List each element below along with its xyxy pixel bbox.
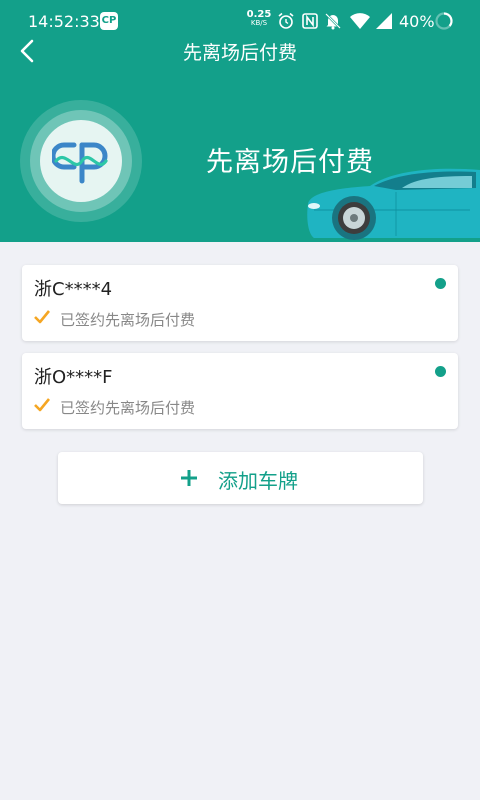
wifi-icon bbox=[350, 13, 370, 29]
logo-ring bbox=[30, 110, 132, 212]
network-speed-unit: KB/S bbox=[250, 19, 268, 27]
check-icon bbox=[34, 310, 50, 324]
cellular-signal-icon bbox=[376, 13, 392, 29]
cp-logo-icon bbox=[52, 142, 108, 184]
header-banner: 14:52:33 CP 0.25 KB/S 40% 先离场后付费 先离场后付费 bbox=[0, 0, 480, 242]
page-title: 先离场后付费 bbox=[182, 42, 297, 64]
bell-muted-icon bbox=[325, 13, 341, 30]
nav-bar: 先离场后付费 bbox=[0, 30, 480, 72]
status-dot bbox=[435, 366, 446, 377]
add-plate-button[interactable]: 添加车牌 bbox=[58, 452, 423, 504]
car-illustration bbox=[307, 168, 480, 240]
status-dot bbox=[435, 278, 446, 289]
network-speed: 0.25 KB/S bbox=[246, 10, 272, 28]
plate-card[interactable]: 浙O****F 已签约先离场后付费 bbox=[22, 353, 458, 429]
battery-ring-icon bbox=[435, 12, 453, 30]
logo-badge bbox=[20, 100, 142, 222]
check-icon bbox=[34, 398, 50, 412]
plate-card[interactable]: 浙C****4 已签约先离场后付费 bbox=[22, 265, 458, 341]
add-plate-label: 添加车牌 bbox=[218, 469, 298, 493]
alarm-icon bbox=[278, 12, 294, 29]
plate-status: 已签约先离场后付费 bbox=[60, 399, 196, 417]
battery-level: 40% bbox=[399, 12, 435, 31]
plate-status: 已签约先离场后付费 bbox=[60, 311, 196, 329]
network-speed-value: 0.25 bbox=[246, 9, 272, 20]
status-time: 14:52:33 bbox=[28, 12, 100, 31]
plate-number: 浙C****4 bbox=[34, 279, 113, 300]
logo-circle bbox=[40, 120, 122, 202]
nfc-icon bbox=[302, 13, 318, 29]
app-notification-icon: CP bbox=[100, 12, 118, 30]
plus-icon bbox=[181, 470, 197, 486]
plate-number: 浙O****F bbox=[34, 367, 113, 388]
